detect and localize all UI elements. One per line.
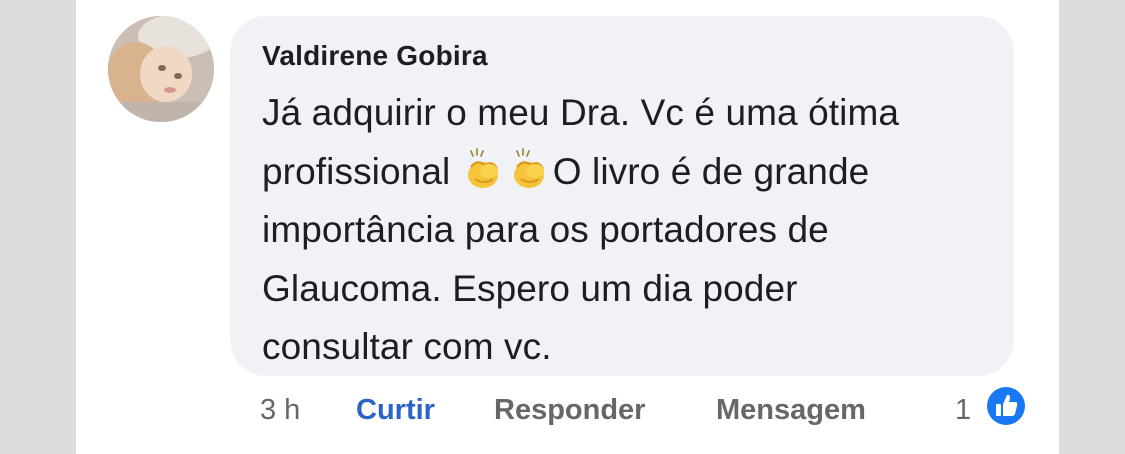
comment-author[interactable]: Valdirene Gobira	[262, 40, 488, 72]
comment-line-5: consultar com vc.	[262, 326, 552, 367]
clapping-hands-icon	[507, 147, 553, 193]
like-button[interactable]: Curtir	[356, 388, 435, 432]
thumbs-up-icon[interactable]	[983, 383, 1029, 429]
comment-line-1: Já adquirir o meu Dra. Vc é uma ótima	[262, 92, 900, 133]
clapping-hands-icon	[461, 147, 507, 193]
comment-text: Já adquirir o meu Dra. Vc é uma ótima pr…	[262, 84, 992, 377]
reaction-count[interactable]: 1	[955, 388, 971, 432]
message-button[interactable]: Mensagem	[716, 388, 866, 432]
left-edge-background	[0, 0, 76, 454]
comment-line-2-end: O livro é de grande	[552, 150, 870, 192]
right-edge-background	[1059, 0, 1125, 454]
comment-line-3: importância para os portadores de	[262, 209, 829, 250]
comment-line-2: profissional O livro é de grande	[262, 143, 992, 202]
avatar[interactable]	[108, 16, 214, 122]
comment-line-2-start: profissional	[262, 150, 451, 192]
comment-actions: 3 h Curtir Responder Mensagem 1	[0, 388, 1125, 432]
comment-line-4: Glaucoma. Espero um dia poder	[262, 267, 798, 309]
reply-button[interactable]: Responder	[494, 388, 645, 432]
comment-timestamp[interactable]: 3 h	[260, 388, 300, 432]
